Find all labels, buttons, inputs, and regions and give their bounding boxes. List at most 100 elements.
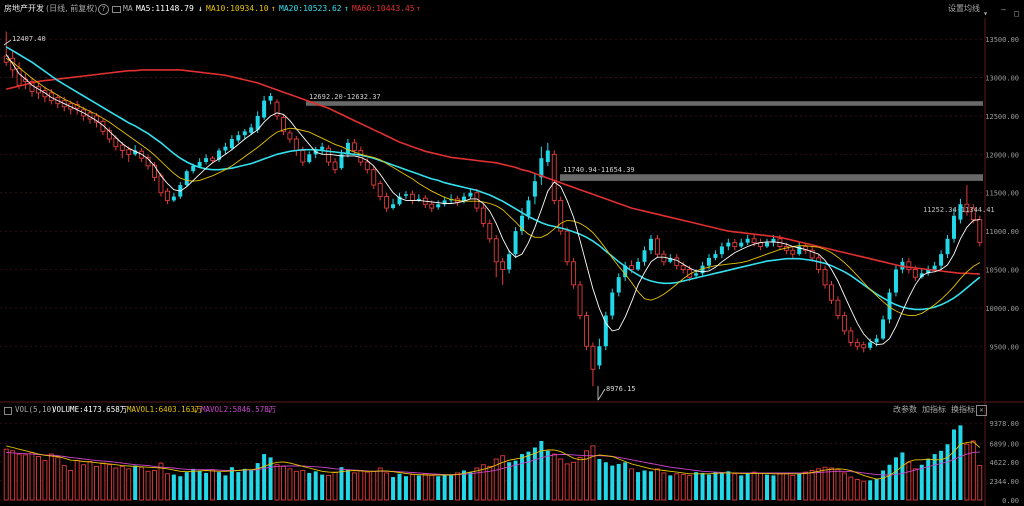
volume-bar: [139, 466, 145, 501]
volume-bar: [358, 470, 364, 501]
low-price-label: 8976.15: [606, 385, 636, 393]
volume-bar: [326, 474, 332, 501]
volume-bar: [204, 472, 209, 500]
volume-bar: [513, 460, 518, 500]
volume-bar: [307, 472, 312, 500]
volume-bar: [919, 464, 924, 500]
volume-bar: [809, 470, 815, 501]
volume-bar: [68, 470, 74, 501]
candle-body: [719, 246, 724, 255]
volume-bar: [281, 465, 286, 501]
volume-bar: [868, 480, 873, 500]
volume-bar: [771, 475, 776, 500]
volume-bar: [706, 474, 711, 500]
candle-body: [249, 127, 254, 133]
candle-body: [906, 261, 912, 270]
candle-body: [912, 269, 918, 278]
price-axis-label: 11500.00: [985, 190, 1019, 198]
volume-bar: [300, 470, 306, 501]
candle-body: [629, 265, 635, 270]
volume-bar: [164, 473, 170, 501]
candle-body: [210, 157, 215, 161]
volume-bar: [939, 450, 944, 500]
candle-body: [364, 161, 370, 171]
candle-body: [119, 144, 125, 151]
volume-bar: [449, 475, 454, 500]
volume-bar: [371, 470, 377, 501]
candle-body: [164, 190, 170, 201]
volume-bar: [229, 467, 234, 500]
volume-bar: [184, 472, 189, 500]
switch-indicator-button[interactable]: 换指标: [951, 403, 975, 417]
candle-body: [507, 254, 512, 270]
candle-body: [358, 150, 364, 163]
volume-bar: [55, 456, 61, 501]
candle-body: [642, 250, 647, 262]
volume-bar: [191, 468, 196, 500]
mavol1-arrow: ↓: [193, 405, 198, 414]
candle-body: [204, 158, 209, 163]
volume-bar: [970, 440, 976, 501]
volume-bar: [803, 471, 809, 501]
candle-body: [113, 137, 119, 148]
resistance-zone: [306, 101, 983, 106]
volume-bar: [783, 472, 789, 501]
volume-bar: [332, 471, 338, 501]
candle-body: [751, 238, 757, 244]
volume-bar: [48, 453, 54, 501]
volume-bar: [616, 463, 621, 500]
volume-bar: [642, 470, 647, 500]
volume-bar: [197, 470, 202, 500]
add-indicator-button[interactable]: 加指标: [922, 403, 946, 417]
ma10-line: [5, 58, 981, 317]
candle-body: [171, 196, 176, 201]
volume-bar: [133, 465, 138, 500]
volume-bar: [274, 464, 280, 501]
volume-header: VOL(5,10) VOLUME:4173.658万 MAVOL1:6403.1…: [0, 403, 1024, 417]
ma5-line: [5, 54, 980, 346]
candle-body: [765, 242, 770, 247]
volume-bar: [680, 474, 686, 501]
candle-body: [409, 193, 415, 201]
high-price-label: 12407.40: [12, 35, 46, 43]
volume-bar: [636, 472, 641, 500]
volume-bar: [777, 473, 783, 501]
volume-axis-label: 4622.00: [989, 459, 1019, 467]
volume-bar: [545, 450, 550, 500]
candle-body: [487, 222, 493, 240]
volume-bar: [345, 469, 350, 500]
volume-bar: [829, 467, 834, 501]
volume-bar: [887, 464, 892, 500]
volume-bar: [94, 465, 99, 501]
candle-body: [545, 150, 550, 163]
candle-body: [713, 254, 718, 258]
volume-bar: [700, 472, 705, 500]
candle-body: [493, 238, 499, 263]
candle-body: [732, 242, 738, 247]
volume-bar: [171, 474, 176, 500]
candle-body: [436, 204, 441, 208]
volume-bar: [81, 464, 87, 501]
volume-bar: [119, 465, 125, 501]
volume-bar: [436, 476, 441, 500]
volume-bar: [926, 459, 931, 500]
candle-body: [616, 277, 621, 293]
volume-bar: [654, 468, 660, 501]
volume-bar: [87, 461, 93, 501]
high-price-pointer: [3, 39, 12, 46]
change-params-button[interactable]: 改参数: [893, 403, 917, 417]
price-axis-label: 10000.00: [985, 305, 1019, 313]
volume-bar: [610, 465, 615, 500]
eye-icon[interactable]: [4, 407, 12, 415]
close-icon[interactable]: ✕: [976, 405, 987, 416]
volume-bar: [577, 456, 583, 501]
candle-body: [293, 138, 299, 151]
volume-label: VOL(5,10): [15, 405, 56, 414]
volume-bar: [841, 472, 847, 501]
candle-body: [577, 284, 583, 317]
candle-body: [158, 175, 164, 194]
candle-body: [513, 231, 518, 255]
volume-bar: [912, 468, 918, 501]
volume-bar: [590, 445, 596, 501]
price-axis-label: 12500.00: [985, 113, 1019, 121]
